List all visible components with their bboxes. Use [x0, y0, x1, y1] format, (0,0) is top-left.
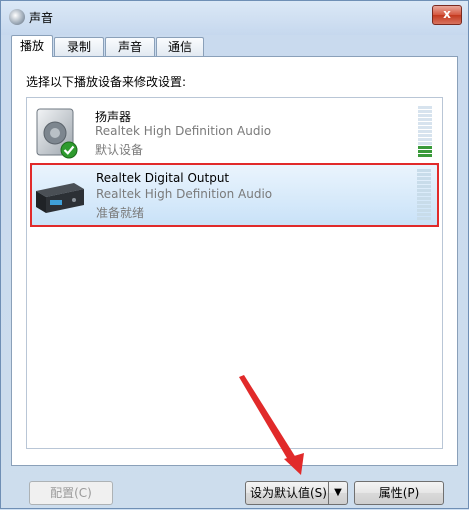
sound-dialog: 声音 x 播放 录制 声音 通信 选择以下播放设备来修改设置: 扬声器 Real…	[0, 0, 469, 509]
tab-communications[interactable]: 通信	[156, 37, 204, 56]
title-bar: 声音 x	[1, 1, 468, 33]
level-segment	[417, 169, 431, 172]
level-segment	[417, 173, 431, 176]
level-segment	[418, 154, 432, 157]
level-segment	[417, 189, 431, 192]
level-segment	[418, 134, 432, 137]
tab-playback[interactable]: 播放	[11, 35, 53, 57]
level-segment	[417, 201, 431, 204]
level-segment	[418, 114, 432, 117]
chevron-down-icon[interactable]: ▼	[328, 482, 347, 504]
level-segment	[417, 205, 431, 208]
level-segment	[417, 181, 431, 184]
level-segment	[417, 185, 431, 188]
playback-panel: 选择以下播放设备来修改设置: 扬声器 Realtek High Definiti…	[11, 56, 458, 466]
device-name: Realtek Digital Output	[96, 171, 230, 185]
set-default-label: 设为默认值(S)	[250, 486, 327, 500]
level-segment	[418, 146, 432, 149]
window-title: 声音	[29, 11, 54, 25]
level-segment	[417, 197, 431, 200]
level-segment	[417, 193, 431, 196]
device-status: 默认设备	[95, 143, 144, 157]
configure-button[interactable]: 配置(C)	[29, 481, 113, 505]
level-segment	[418, 138, 432, 141]
device-list[interactable]: 扬声器 Realtek High Definition Audio 默认设备 R…	[26, 97, 443, 449]
level-segment	[418, 122, 432, 125]
level-segment	[418, 126, 432, 129]
speaker-icon	[33, 106, 87, 160]
level-segment	[418, 106, 432, 109]
level-segment	[417, 217, 431, 220]
properties-button[interactable]: 属性(P)	[354, 481, 444, 505]
level-segment	[417, 177, 431, 180]
device-description: Realtek High Definition Audio	[95, 124, 272, 138]
device-description: Realtek High Definition Audio	[96, 187, 273, 201]
tab-recording[interactable]: 录制	[54, 37, 104, 56]
level-segment	[417, 209, 431, 212]
level-segment	[418, 130, 432, 133]
digital-output-icon	[34, 169, 88, 223]
level-segment	[418, 110, 432, 113]
instruction-text: 选择以下播放设备来修改设置:	[26, 75, 187, 89]
set-default-button[interactable]: 设为默认值(S) ▼	[245, 481, 348, 505]
level-segment	[417, 213, 431, 216]
device-status: 准备就绪	[96, 206, 145, 220]
level-meter	[417, 169, 431, 221]
device-item-digital-output[interactable]: Realtek Digital Output Realtek High Defi…	[30, 163, 439, 227]
level-meter	[418, 106, 432, 158]
device-item-speakers[interactable]: 扬声器 Realtek High Definition Audio 默认设备	[31, 102, 438, 164]
device-name: 扬声器	[95, 110, 132, 124]
sound-app-icon	[9, 9, 25, 25]
close-button[interactable]: x	[432, 5, 462, 25]
tab-sounds[interactable]: 声音	[105, 37, 155, 56]
level-segment	[418, 118, 432, 121]
level-segment	[418, 150, 432, 153]
level-segment	[418, 142, 432, 145]
